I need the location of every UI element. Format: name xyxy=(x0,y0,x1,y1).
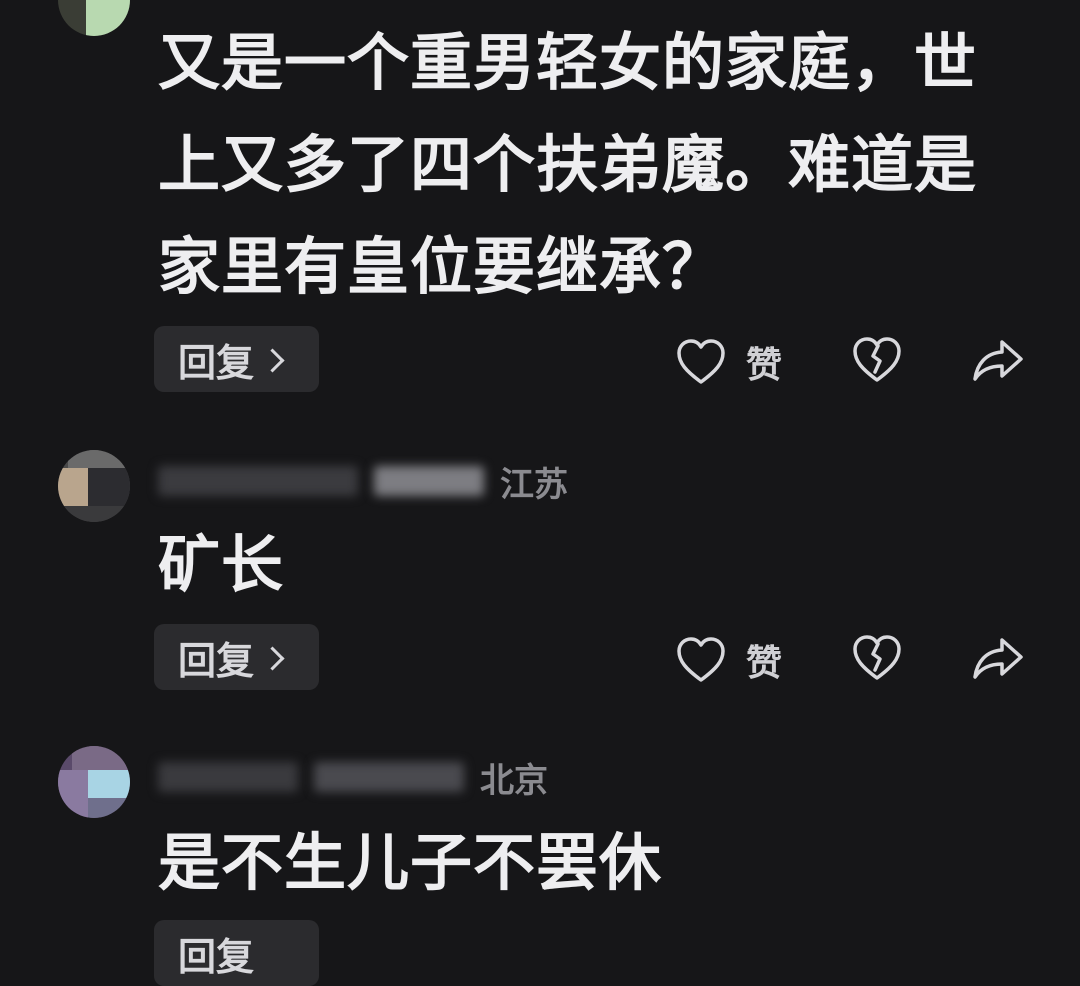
like-button[interactable]: 赞 xyxy=(676,634,782,686)
share-button[interactable] xyxy=(972,636,1024,680)
like-label: 赞 xyxy=(746,643,783,684)
comment-text: 又是一个重男轻女的家庭，世上又多了四个扶弟魔。难道是家里有皇位要继承？ xyxy=(158,26,978,303)
share-arrow-icon xyxy=(973,638,1023,679)
broken-heart-icon xyxy=(853,635,901,680)
dislike-button[interactable] xyxy=(852,634,902,682)
time-redacted xyxy=(314,762,464,792)
avatar[interactable] xyxy=(58,746,130,818)
comment-meta: 北京 xyxy=(158,754,548,801)
reply-label: 回复 xyxy=(178,934,255,979)
heart-outline-icon xyxy=(677,637,725,682)
broken-heart-icon xyxy=(853,337,901,382)
chevron-right-icon xyxy=(260,347,285,373)
like-button[interactable]: 赞 xyxy=(676,336,782,388)
reply-label: 回复 xyxy=(178,340,255,385)
share-arrow-icon xyxy=(973,340,1023,381)
username-redacted xyxy=(158,466,358,496)
reply-button[interactable]: 回复 xyxy=(154,920,319,986)
reply-label: 回复 xyxy=(178,638,255,683)
time-redacted xyxy=(374,466,484,496)
comment-text: 是不生儿子不罢休 xyxy=(158,826,663,899)
comment-meta: 江苏 xyxy=(158,458,568,505)
location-label: 北京 xyxy=(480,760,548,801)
heart-outline-icon xyxy=(677,339,725,384)
username-redacted xyxy=(158,762,298,792)
location-label: 江苏 xyxy=(500,464,568,505)
comment-text: 矿长 xyxy=(158,528,285,601)
avatar[interactable] xyxy=(58,0,130,36)
chevron-right-icon xyxy=(260,645,285,671)
dislike-button[interactable] xyxy=(852,336,902,384)
like-label: 赞 xyxy=(746,345,783,386)
reply-button[interactable]: 回复 xyxy=(154,624,319,690)
share-button[interactable] xyxy=(972,338,1024,382)
avatar[interactable] xyxy=(58,450,130,522)
reply-button[interactable]: 回复 xyxy=(154,326,319,392)
